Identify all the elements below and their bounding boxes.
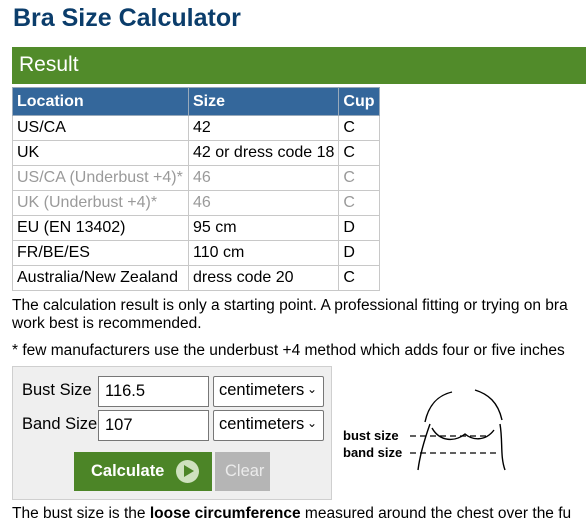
location-cell: EU (EN 13402) [12, 215, 189, 241]
table-row: UK (Underbust +4)* 46 C [12, 190, 380, 216]
cup-cell: C [338, 165, 380, 191]
size-cell: dress code 20 [187, 265, 340, 291]
band-unit-select[interactable]: centimeters ⌄ [213, 410, 324, 441]
location-cell: UK [12, 140, 189, 166]
bust-unit-select[interactable]: centimeters ⌄ [213, 376, 324, 407]
band-unit-value: centimeters [219, 415, 305, 433]
size-cell: 110 cm [187, 240, 340, 266]
location-cell: US/CA [12, 115, 189, 141]
table-header-row: Location Size Cup [12, 87, 380, 116]
torso-outline [417, 389, 506, 471]
result-note-line-2: work best is recommended. [12, 315, 202, 332]
chevron-down-icon: ⌄ [306, 416, 317, 430]
explanation-bold: loose circumference [149, 505, 301, 522]
band-size-label: Band Size [22, 415, 98, 433]
bust-size-input[interactable] [98, 376, 209, 407]
explanation-prefix: The bust size is the [12, 505, 150, 522]
table-row: Australia/New Zealand dress code 20 C [12, 265, 380, 291]
explanation-suffix: measured around the chest over the fu [300, 505, 572, 522]
cup-cell: C [338, 190, 380, 216]
column-header-cup: Cup [338, 87, 380, 116]
size-cell: 46 [187, 165, 340, 191]
cup-cell: D [338, 240, 380, 266]
location-cell: US/CA (Underbust +4)* [12, 165, 189, 191]
table-row: FR/BE/ES 110 cm D [12, 240, 380, 266]
cup-cell: C [338, 115, 380, 141]
bust-size-label: Bust Size [22, 381, 92, 399]
clear-button[interactable]: Clear [215, 452, 270, 491]
table-row: US/CA (Underbust +4)* 46 C [12, 165, 380, 191]
play-arrow-icon [176, 460, 199, 483]
page-title: Bra Size Calculator [13, 4, 241, 32]
clear-button-label: Clear [225, 462, 265, 480]
calculate-button[interactable]: Calculate [74, 452, 212, 491]
underbust-footnote: * few manufacturers use the underbust +4… [12, 342, 565, 359]
result-table: Location Size Cup US/CA 42 C UK 42 or dr… [12, 87, 380, 291]
table-row: EU (EN 13402) 95 cm D [12, 215, 380, 241]
calculate-button-label: Calculate [91, 462, 165, 480]
bust-size-explanation: The bust size is the loose circumference… [12, 505, 571, 523]
diagram-band-label: band size [343, 445, 403, 460]
size-cell: 42 or dress code 18 [187, 140, 340, 166]
column-header-location: Location [12, 87, 189, 116]
cup-cell: C [338, 265, 380, 291]
table-row: UK 42 or dress code 18 C [12, 140, 380, 166]
result-heading: Result [12, 47, 586, 84]
cup-cell: C [338, 140, 380, 166]
location-cell: UK (Underbust +4)* [12, 190, 189, 216]
column-header-size: Size [187, 87, 340, 116]
size-cell: 42 [187, 115, 340, 141]
chevron-down-icon: ⌄ [306, 382, 317, 396]
table-row: US/CA 42 C [12, 115, 380, 141]
size-cell: 46 [187, 190, 340, 216]
band-size-input[interactable] [98, 410, 209, 441]
location-cell: Australia/New Zealand [12, 265, 189, 291]
calculator-form: Bust Size centimeters ⌄ Band Size centim… [12, 366, 332, 500]
location-cell: FR/BE/ES [12, 240, 189, 266]
diagram-bust-label: bust size [343, 428, 399, 443]
cup-cell: D [338, 215, 380, 241]
bust-unit-value: centimeters [219, 381, 305, 399]
size-cell: 95 cm [187, 215, 340, 241]
result-note-line-1: The calculation result is only a startin… [12, 297, 568, 314]
